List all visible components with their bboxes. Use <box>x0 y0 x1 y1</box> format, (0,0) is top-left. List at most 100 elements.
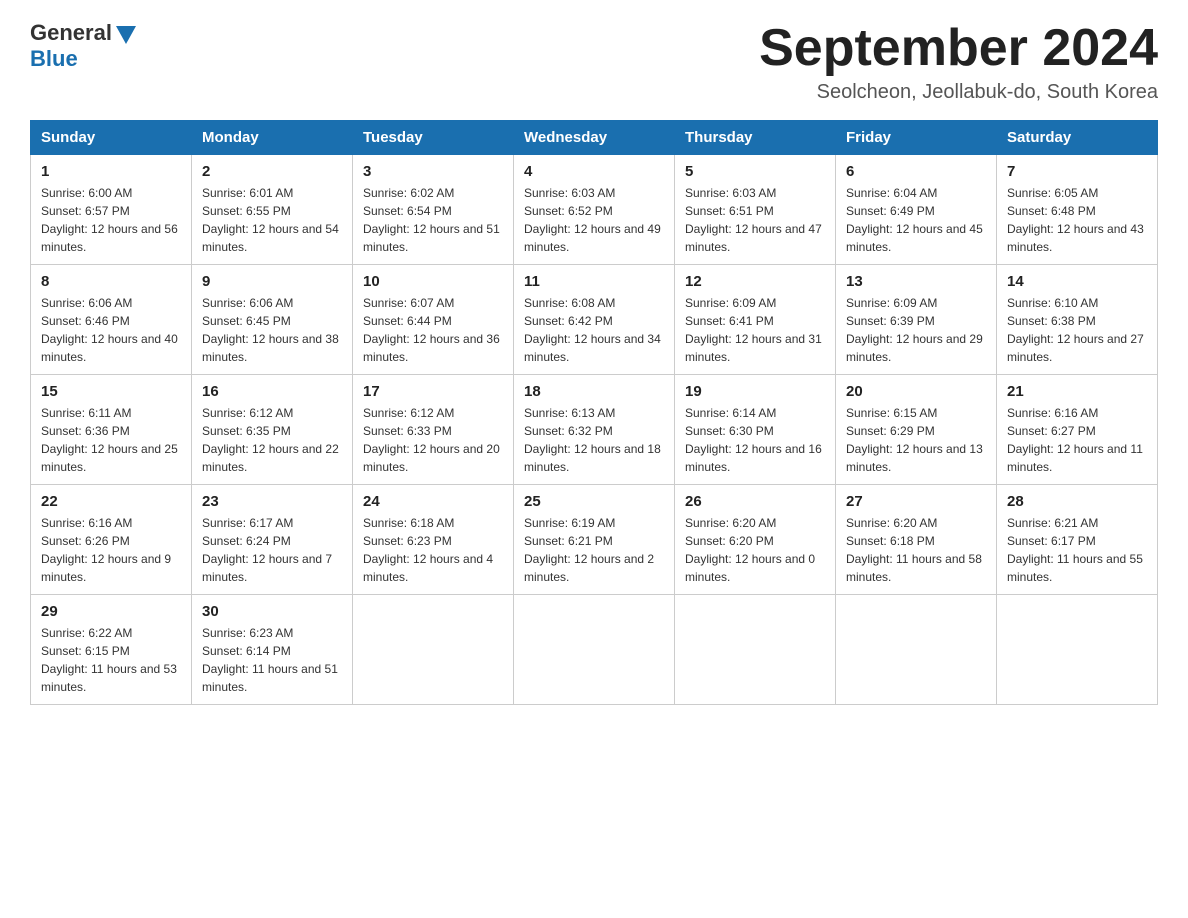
calendar-cell: 2 Sunrise: 6:01 AMSunset: 6:55 PMDayligh… <box>192 155 353 265</box>
calendar-cell: 10 Sunrise: 6:07 AMSunset: 6:44 PMDaylig… <box>353 265 514 375</box>
day-info: Sunrise: 6:12 AMSunset: 6:35 PMDaylight:… <box>202 404 342 476</box>
week-row-3: 15 Sunrise: 6:11 AMSunset: 6:36 PMDaylig… <box>31 375 1158 485</box>
day-number: 1 <box>41 163 181 180</box>
page-header: General Blue September 2024 Seolcheon, J… <box>30 20 1158 104</box>
week-row-1: 1 Sunrise: 6:00 AMSunset: 6:57 PMDayligh… <box>31 155 1158 265</box>
day-info: Sunrise: 6:09 AMSunset: 6:39 PMDaylight:… <box>846 294 986 366</box>
calendar-cell <box>353 595 514 705</box>
day-info: Sunrise: 6:08 AMSunset: 6:42 PMDaylight:… <box>524 294 664 366</box>
weekday-header-sunday: Sunday <box>31 121 192 155</box>
day-info: Sunrise: 6:03 AMSunset: 6:51 PMDaylight:… <box>685 184 825 256</box>
calendar-cell <box>836 595 997 705</box>
weekday-header-thursday: Thursday <box>675 121 836 155</box>
title-section: September 2024 Seolcheon, Jeollabuk-do, … <box>759 20 1158 104</box>
weekday-header-row: SundayMondayTuesdayWednesdayThursdayFrid… <box>31 121 1158 155</box>
day-number: 20 <box>846 383 986 400</box>
logo-blue-text: Blue <box>30 46 78 72</box>
day-info: Sunrise: 6:19 AMSunset: 6:21 PMDaylight:… <box>524 514 664 586</box>
day-number: 8 <box>41 273 181 290</box>
calendar-cell: 3 Sunrise: 6:02 AMSunset: 6:54 PMDayligh… <box>353 155 514 265</box>
weekday-header-monday: Monday <box>192 121 353 155</box>
day-number: 23 <box>202 493 342 510</box>
day-number: 2 <box>202 163 342 180</box>
calendar-table: SundayMondayTuesdayWednesdayThursdayFrid… <box>30 120 1158 705</box>
day-info: Sunrise: 6:16 AMSunset: 6:27 PMDaylight:… <box>1007 404 1147 476</box>
calendar-cell: 28 Sunrise: 6:21 AMSunset: 6:17 PMDaylig… <box>997 485 1158 595</box>
day-info: Sunrise: 6:01 AMSunset: 6:55 PMDaylight:… <box>202 184 342 256</box>
calendar-cell: 1 Sunrise: 6:00 AMSunset: 6:57 PMDayligh… <box>31 155 192 265</box>
calendar-cell <box>514 595 675 705</box>
day-number: 6 <box>846 163 986 180</box>
day-info: Sunrise: 6:21 AMSunset: 6:17 PMDaylight:… <box>1007 514 1147 586</box>
day-number: 29 <box>41 603 181 620</box>
calendar-cell: 26 Sunrise: 6:20 AMSunset: 6:20 PMDaylig… <box>675 485 836 595</box>
calendar-cell: 4 Sunrise: 6:03 AMSunset: 6:52 PMDayligh… <box>514 155 675 265</box>
calendar-cell: 21 Sunrise: 6:16 AMSunset: 6:27 PMDaylig… <box>997 375 1158 485</box>
calendar-cell: 27 Sunrise: 6:20 AMSunset: 6:18 PMDaylig… <box>836 485 997 595</box>
day-info: Sunrise: 6:16 AMSunset: 6:26 PMDaylight:… <box>41 514 181 586</box>
calendar-cell: 20 Sunrise: 6:15 AMSunset: 6:29 PMDaylig… <box>836 375 997 485</box>
day-info: Sunrise: 6:14 AMSunset: 6:30 PMDaylight:… <box>685 404 825 476</box>
day-info: Sunrise: 6:13 AMSunset: 6:32 PMDaylight:… <box>524 404 664 476</box>
day-info: Sunrise: 6:09 AMSunset: 6:41 PMDaylight:… <box>685 294 825 366</box>
day-info: Sunrise: 6:07 AMSunset: 6:44 PMDaylight:… <box>363 294 503 366</box>
week-row-5: 29 Sunrise: 6:22 AMSunset: 6:15 PMDaylig… <box>31 595 1158 705</box>
weekday-header-tuesday: Tuesday <box>353 121 514 155</box>
week-row-2: 8 Sunrise: 6:06 AMSunset: 6:46 PMDayligh… <box>31 265 1158 375</box>
day-info: Sunrise: 6:22 AMSunset: 6:15 PMDaylight:… <box>41 624 181 696</box>
calendar-title: September 2024 <box>759 20 1158 77</box>
day-number: 21 <box>1007 383 1147 400</box>
day-number: 10 <box>363 273 503 290</box>
calendar-cell: 30 Sunrise: 6:23 AMSunset: 6:14 PMDaylig… <box>192 595 353 705</box>
day-number: 18 <box>524 383 664 400</box>
calendar-cell: 7 Sunrise: 6:05 AMSunset: 6:48 PMDayligh… <box>997 155 1158 265</box>
weekday-header-wednesday: Wednesday <box>514 121 675 155</box>
calendar-cell: 15 Sunrise: 6:11 AMSunset: 6:36 PMDaylig… <box>31 375 192 485</box>
day-number: 19 <box>685 383 825 400</box>
calendar-cell: 23 Sunrise: 6:17 AMSunset: 6:24 PMDaylig… <box>192 485 353 595</box>
day-number: 4 <box>524 163 664 180</box>
logo-triangle-icon <box>116 26 136 44</box>
calendar-cell: 8 Sunrise: 6:06 AMSunset: 6:46 PMDayligh… <box>31 265 192 375</box>
weekday-header-saturday: Saturday <box>997 121 1158 155</box>
day-info: Sunrise: 6:12 AMSunset: 6:33 PMDaylight:… <box>363 404 503 476</box>
calendar-cell: 9 Sunrise: 6:06 AMSunset: 6:45 PMDayligh… <box>192 265 353 375</box>
calendar-cell: 24 Sunrise: 6:18 AMSunset: 6:23 PMDaylig… <box>353 485 514 595</box>
day-info: Sunrise: 6:02 AMSunset: 6:54 PMDaylight:… <box>363 184 503 256</box>
day-number: 26 <box>685 493 825 510</box>
calendar-cell: 5 Sunrise: 6:03 AMSunset: 6:51 PMDayligh… <box>675 155 836 265</box>
calendar-cell: 11 Sunrise: 6:08 AMSunset: 6:42 PMDaylig… <box>514 265 675 375</box>
day-number: 28 <box>1007 493 1147 510</box>
day-info: Sunrise: 6:15 AMSunset: 6:29 PMDaylight:… <box>846 404 986 476</box>
day-number: 7 <box>1007 163 1147 180</box>
day-info: Sunrise: 6:23 AMSunset: 6:14 PMDaylight:… <box>202 624 342 696</box>
day-number: 22 <box>41 493 181 510</box>
day-info: Sunrise: 6:10 AMSunset: 6:38 PMDaylight:… <box>1007 294 1147 366</box>
calendar-cell: 17 Sunrise: 6:12 AMSunset: 6:33 PMDaylig… <box>353 375 514 485</box>
day-number: 27 <box>846 493 986 510</box>
day-info: Sunrise: 6:04 AMSunset: 6:49 PMDaylight:… <box>846 184 986 256</box>
calendar-cell: 13 Sunrise: 6:09 AMSunset: 6:39 PMDaylig… <box>836 265 997 375</box>
calendar-cell: 6 Sunrise: 6:04 AMSunset: 6:49 PMDayligh… <box>836 155 997 265</box>
day-number: 9 <box>202 273 342 290</box>
day-number: 16 <box>202 383 342 400</box>
day-info: Sunrise: 6:06 AMSunset: 6:46 PMDaylight:… <box>41 294 181 366</box>
day-number: 13 <box>846 273 986 290</box>
calendar-subtitle: Seolcheon, Jeollabuk-do, South Korea <box>759 81 1158 104</box>
week-row-4: 22 Sunrise: 6:16 AMSunset: 6:26 PMDaylig… <box>31 485 1158 595</box>
day-info: Sunrise: 6:05 AMSunset: 6:48 PMDaylight:… <box>1007 184 1147 256</box>
calendar-cell: 12 Sunrise: 6:09 AMSunset: 6:41 PMDaylig… <box>675 265 836 375</box>
day-info: Sunrise: 6:03 AMSunset: 6:52 PMDaylight:… <box>524 184 664 256</box>
calendar-cell: 18 Sunrise: 6:13 AMSunset: 6:32 PMDaylig… <box>514 375 675 485</box>
calendar-cell <box>675 595 836 705</box>
day-number: 30 <box>202 603 342 620</box>
day-number: 17 <box>363 383 503 400</box>
day-number: 25 <box>524 493 664 510</box>
calendar-cell: 29 Sunrise: 6:22 AMSunset: 6:15 PMDaylig… <box>31 595 192 705</box>
calendar-cell <box>997 595 1158 705</box>
weekday-header-friday: Friday <box>836 121 997 155</box>
day-info: Sunrise: 6:20 AMSunset: 6:18 PMDaylight:… <box>846 514 986 586</box>
calendar-cell: 22 Sunrise: 6:16 AMSunset: 6:26 PMDaylig… <box>31 485 192 595</box>
day-info: Sunrise: 6:17 AMSunset: 6:24 PMDaylight:… <box>202 514 342 586</box>
day-number: 11 <box>524 273 664 290</box>
